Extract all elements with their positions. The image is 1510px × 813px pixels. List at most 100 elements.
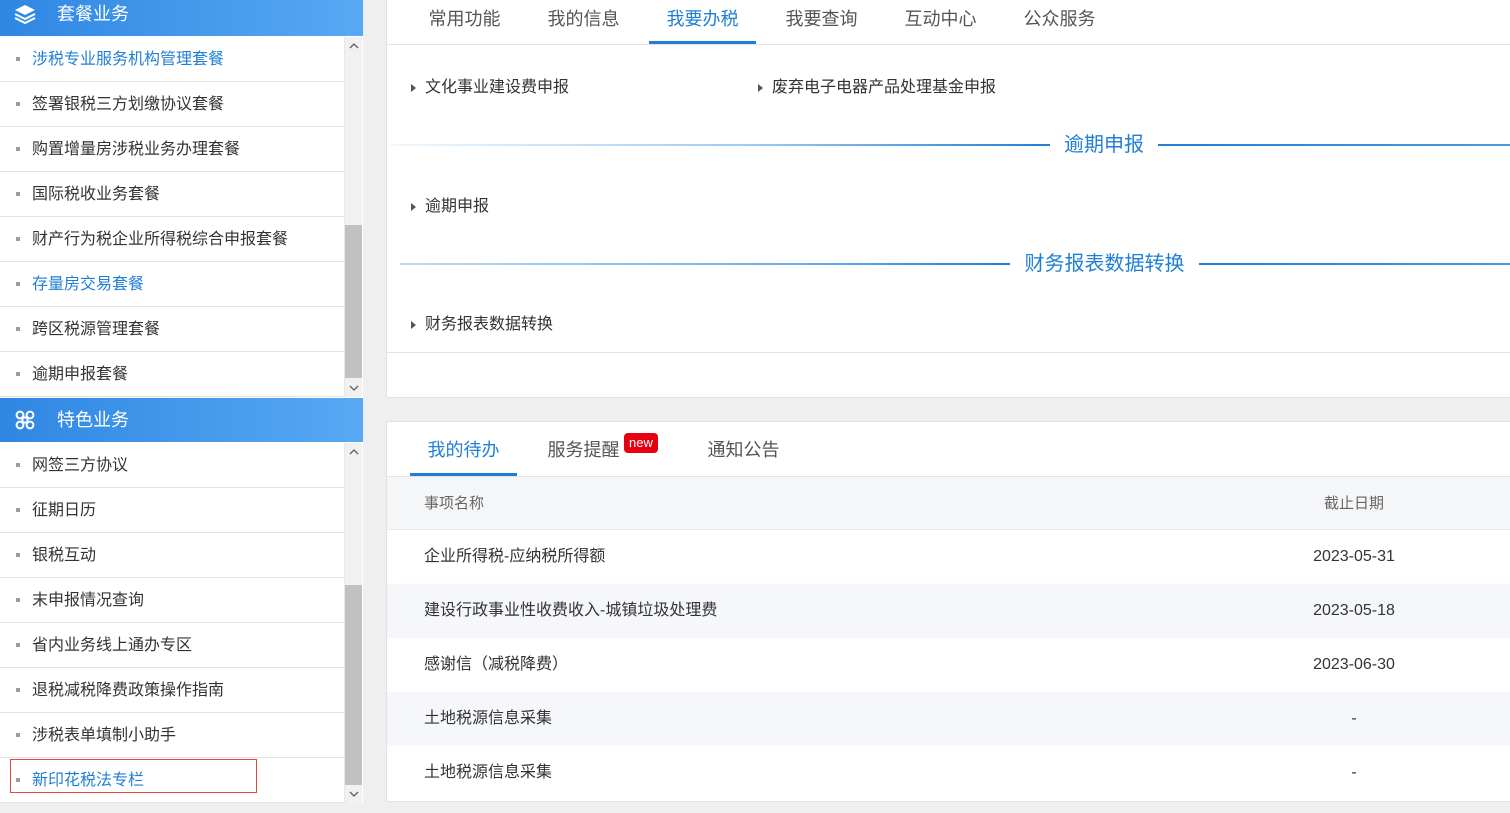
feature-item[interactable]: 省内业务线上通办专区: [0, 623, 344, 668]
feature-item-label: 涉税表单填制小助手: [32, 727, 177, 744]
deadline-cell: 2023-05-18: [1313, 602, 1395, 619]
chevron-up-icon[interactable]: [345, 37, 363, 55]
item-name-cell: 企业所得税-应纳税所得额: [424, 548, 606, 565]
feature-section-header[interactable]: 特色业务: [0, 398, 363, 442]
bullet-icon: [16, 192, 20, 196]
table-header: 事项名称 截止日期: [387, 477, 1510, 530]
feature-item[interactable]: 新印花税法专栏: [0, 758, 344, 803]
caret-right-icon: [411, 203, 416, 211]
package-item-label: 国际税收业务套餐: [32, 186, 161, 203]
new-badge: new: [624, 433, 658, 453]
feature-item-label: 征期日历: [32, 502, 97, 519]
package-item-label: 逾期申报套餐: [32, 366, 129, 383]
package-item[interactable]: 国际税收业务套餐: [0, 172, 344, 217]
tab-my-info[interactable]: 我的信息: [530, 0, 637, 44]
bullet-icon: [16, 327, 20, 331]
package-list: 涉税专业服务机构管理套餐 签署银税三方划缴协议套餐 购置增量房涉税业务办理套餐 …: [0, 37, 363, 397]
bullet-icon: [16, 237, 20, 241]
bullet-icon: [16, 643, 20, 647]
feature-item[interactable]: 涉税表单填制小助手: [0, 713, 344, 758]
bullet-icon: [16, 282, 20, 286]
package-item[interactable]: 存量房交易套餐: [0, 262, 344, 307]
table-row[interactable]: 土地税源信息采集 -: [387, 746, 1510, 800]
table-row[interactable]: 企业所得税-应纳税所得额 2023-05-31: [387, 530, 1510, 584]
tab-label: 我的待办: [427, 440, 500, 460]
culture-fee-declaration-link[interactable]: 文化事业建设费申报: [411, 76, 569, 100]
tax-functions-panel: 常用功能 我的信息 我要办税 我要查询 互动中心 公众服务 文化事业建设费申报 …: [386, 0, 1510, 398]
layers-icon: [14, 5, 36, 24]
deadline-cell: -: [1351, 710, 1357, 727]
feature-list: 网签三方协议 征期日历 银税互动 末申报情况查询 省内业务线上通办专区 退税减税…: [0, 443, 363, 803]
tab-notices[interactable]: 通知公告: [690, 422, 797, 476]
package-item-label: 签署银税三方划缴协议套餐: [32, 96, 225, 113]
tab-label: 通知公告: [707, 440, 780, 460]
package-item-label: 涉税专业服务机构管理套餐: [32, 51, 225, 68]
chevron-up-icon[interactable]: [345, 443, 363, 461]
bullet-icon: [16, 57, 20, 61]
todo-panel: 我的待办 服务提醒 new 通知公告 事项名称 截止日期 企业所得税-应纳税所得…: [386, 421, 1510, 802]
item-name-cell: 感谢信（减税降费）: [424, 656, 569, 673]
tab-my-todos[interactable]: 我的待办: [410, 422, 517, 476]
package-item[interactable]: 签署银税三方划缴协议套餐: [0, 82, 344, 127]
package-item[interactable]: 涉税专业服务机构管理套餐: [0, 37, 344, 82]
bullet-icon: [16, 688, 20, 692]
feature-item[interactable]: 征期日历: [0, 488, 344, 533]
caret-right-icon: [758, 84, 763, 92]
tab-query[interactable]: 我要查询: [768, 0, 875, 44]
section-divider-line: [1158, 144, 1510, 146]
tab-interaction-center[interactable]: 互动中心: [887, 0, 994, 44]
package-section-header[interactable]: 套餐业务: [0, 0, 363, 36]
bullet-icon: [16, 372, 20, 376]
tab-tax-handling[interactable]: 我要办税: [649, 0, 756, 44]
feature-item[interactable]: 退税减税降费政策操作指南: [0, 668, 344, 713]
feature-item[interactable]: 银税互动: [0, 533, 344, 578]
ewaste-fund-declaration-link[interactable]: 废弃电子电器产品处理基金申报: [758, 76, 996, 100]
table-row[interactable]: 感谢信（减税降费） 2023-06-30: [387, 638, 1510, 692]
package-item[interactable]: 逾期申报套餐: [0, 352, 344, 397]
overdue-section-title: 逾期申报: [1064, 134, 1144, 156]
feature-item-label: 银税互动: [32, 547, 97, 564]
column-header-item-name: 事项名称: [424, 495, 485, 512]
todo-tab-bar: 我的待办 服务提醒 new 通知公告: [387, 422, 1510, 477]
feature-item-label: 末申报情况查询: [32, 592, 145, 609]
bullet-icon: [16, 508, 20, 512]
package-item-label: 购置增量房涉税业务办理套餐: [32, 141, 241, 158]
feature-section-title: 特色业务: [57, 410, 129, 430]
tab-public-services[interactable]: 公众服务: [1006, 0, 1113, 44]
feature-item[interactable]: 末申报情况查询: [0, 578, 344, 623]
bullet-icon: [16, 778, 20, 782]
table-row[interactable]: 土地税源信息采集 -: [387, 692, 1510, 746]
bullet-icon: [16, 102, 20, 106]
main-tab-bar: 常用功能 我的信息 我要办税 我要查询 互动中心 公众服务: [387, 0, 1510, 45]
section-divider-line: [390, 144, 1050, 146]
item-name-cell: 土地税源信息采集: [424, 710, 553, 727]
scrollbar-thumb[interactable]: [345, 585, 362, 785]
tab-service-reminders[interactable]: 服务提醒 new: [530, 422, 658, 476]
divider: [387, 352, 1510, 353]
bullet-icon: [16, 733, 20, 737]
chevron-down-icon[interactable]: [345, 785, 363, 803]
feature-item[interactable]: 网签三方协议: [0, 443, 344, 488]
deadline-cell: 2023-06-30: [1313, 656, 1395, 673]
sidebar: 套餐业务 涉税专业服务机构管理套餐 签署银税三方划缴协议套餐 购置增量房涉税业务…: [0, 0, 363, 803]
bullet-icon: [16, 147, 20, 151]
scrollbar-thumb[interactable]: [345, 225, 362, 378]
section-divider-line: [400, 263, 1010, 265]
deadline-cell: -: [1351, 764, 1357, 781]
tab-common-functions[interactable]: 常用功能: [411, 0, 518, 44]
item-name-cell: 建设行政事业性收费收入-城镇垃圾处理费: [424, 602, 718, 619]
chevron-down-icon[interactable]: [345, 379, 363, 397]
package-item[interactable]: 财产行为税企业所得税综合申报套餐: [0, 217, 344, 262]
caret-right-icon: [411, 321, 416, 329]
table-row[interactable]: 建设行政事业性收费收入-城镇垃圾处理费 2023-05-18: [387, 584, 1510, 638]
financial-report-conversion-link[interactable]: 财务报表数据转换: [411, 313, 553, 337]
package-list-scrollbar[interactable]: [344, 37, 362, 397]
feature-item-label: 网签三方协议: [32, 457, 129, 474]
feature-list-scrollbar[interactable]: [344, 443, 362, 803]
bullet-icon: [16, 553, 20, 557]
clover-icon: [15, 410, 35, 430]
link-label: 废弃电子电器产品处理基金申报: [772, 79, 997, 96]
overdue-declaration-link[interactable]: 逾期申报: [411, 195, 489, 219]
package-item[interactable]: 跨区税源管理套餐: [0, 307, 344, 352]
package-item[interactable]: 购置增量房涉税业务办理套餐: [0, 127, 344, 172]
